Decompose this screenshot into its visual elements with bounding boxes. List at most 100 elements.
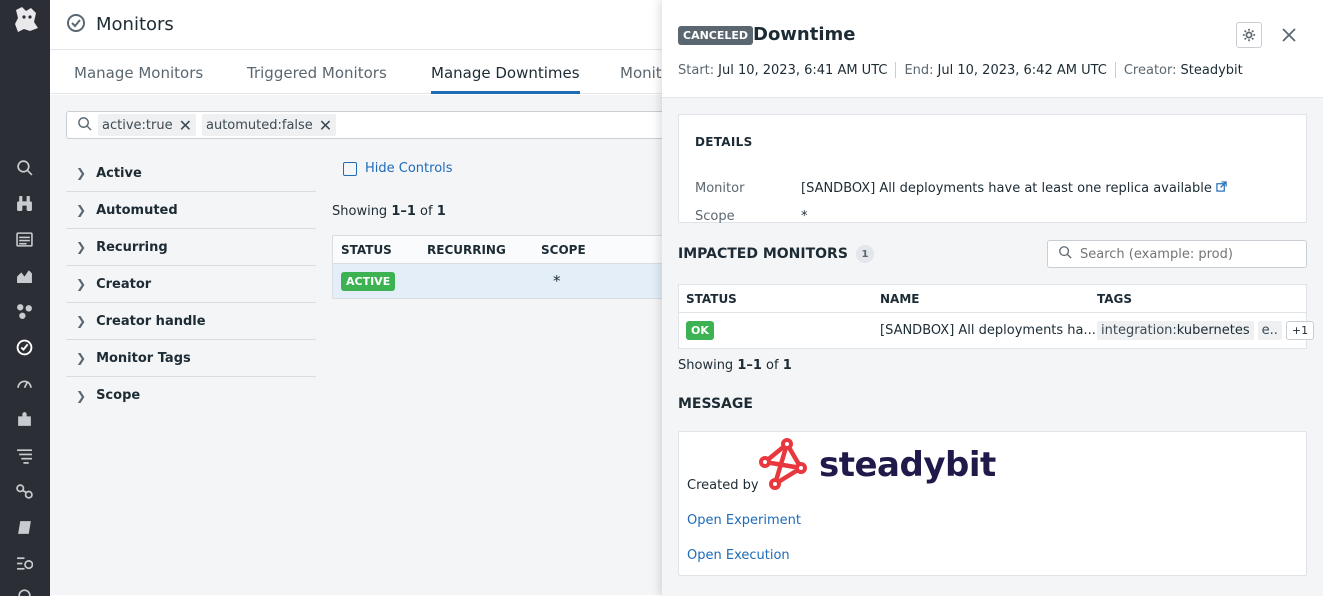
facet-list: ❯ Active ❯ Automuted ❯ Recurring ❯ Creator ❯… [66, 155, 316, 414]
binoculars-icon[interactable] [14, 193, 34, 213]
column-header-status[interactable]: STATUS [686, 285, 737, 312]
tags-cell: integration:kubernetes e.. +1 [1097, 313, 1315, 348]
results-prefix: Showing [678, 358, 738, 373]
synthetics-link-icon[interactable] [14, 481, 34, 501]
facet-creator-handle[interactable]: ❯ Creator handle [66, 303, 316, 340]
open-experiment-link[interactable]: Open Experiment [687, 513, 801, 528]
monitor-link[interactable]: [SANDBOX] All deployments have at least … [801, 181, 1227, 196]
hide-controls-button[interactable]: Hide Controls [343, 161, 453, 176]
filter-chip: active:true ✕ [98, 114, 196, 136]
tag-pill-truncated[interactable]: e.. [1257, 321, 1282, 340]
security-list-icon[interactable] [14, 553, 34, 573]
status-cell: OK [686, 313, 714, 348]
scope-value: * [801, 209, 808, 224]
downtime-detail-panel: CANCELED Downtime Start: Jul 10, 2023, 6… [662, 0, 1323, 596]
facet-label: Monitor Tags [96, 350, 191, 366]
close-icon[interactable] [1279, 23, 1299, 47]
facet-label: Scope [96, 388, 141, 403]
side-nav [0, 0, 50, 596]
chevron-right-icon: ❯ [76, 351, 87, 365]
facet-label: Recurring [96, 239, 168, 255]
chevron-right-icon: ❯ [76, 277, 87, 291]
table-header: STATUS RECURRING SCOPE [333, 236, 671, 264]
table-row[interactable]: OK [SANDBOX] All deployments ha... integ… [679, 313, 1315, 348]
settings-icon[interactable] [14, 585, 34, 596]
metrics-chart-icon[interactable] [14, 265, 34, 285]
table-row[interactable]: ACTIVE * [333, 264, 671, 298]
downtime-meta: Start: Jul 10, 2023, 6:41 AM UTC End: Ju… [678, 62, 1243, 78]
notebook-icon[interactable] [14, 517, 34, 537]
tag-pill[interactable]: integration:kubernetes [1097, 321, 1254, 340]
results-total: 1 [782, 358, 792, 373]
infrastructure-icon[interactable] [14, 301, 34, 321]
datadog-logo-icon[interactable] [12, 4, 40, 34]
remove-filter-icon[interactable]: ✕ [319, 116, 332, 135]
open-execution-link[interactable]: Open Execution [687, 548, 790, 563]
downtime-search-input[interactable]: active:true ✕ automuted:false ✕ [66, 111, 686, 139]
details-heading: DETAILS [695, 135, 753, 149]
tab-manage-downtimes[interactable]: Manage Downtimes [431, 64, 580, 94]
meta-divider [895, 62, 897, 78]
scope-label: Scope [695, 209, 735, 224]
facet-recurring[interactable]: ❯ Recurring [66, 229, 316, 266]
tab-triggered-monitors[interactable]: Triggered Monitors [247, 64, 387, 82]
canceled-badge: CANCELED [678, 26, 754, 45]
facet-monitor-tags[interactable]: ❯ Monitor Tags [66, 340, 316, 377]
impacted-count-badge: 1 [855, 245, 874, 263]
table-header: STATUS NAME TAGS [679, 285, 1306, 313]
panel-header: CANCELED Downtime Start: Jul 10, 2023, 6… [662, 0, 1323, 98]
search-icon [77, 116, 92, 135]
steadybit-logo-icon [759, 438, 807, 490]
meta-divider [1114, 62, 1116, 78]
end-label: End: [904, 62, 934, 78]
steadybit-brand-text: steadybit [819, 445, 996, 485]
remove-filter-icon[interactable]: ✕ [179, 116, 192, 135]
results-range: 1–1 [391, 204, 416, 219]
apm-gauge-icon[interactable] [14, 373, 34, 393]
gear-icon[interactable] [1236, 22, 1262, 48]
tab-monitor-more[interactable]: Monit [620, 64, 662, 82]
integrations-puzzle-icon[interactable] [14, 409, 34, 429]
facet-scope[interactable]: ❯ Scope [66, 377, 316, 414]
more-tags-button[interactable]: +1 [1285, 321, 1315, 340]
facet-label: Automuted [96, 202, 178, 218]
column-header-status[interactable]: STATUS [333, 243, 427, 257]
column-header-scope[interactable]: SCOPE [541, 243, 586, 257]
results-of: of [415, 204, 437, 219]
monitor-name-cell[interactable]: [SANDBOX] All deployments ha... [880, 313, 1096, 348]
impacted-search-input[interactable] [1080, 246, 1300, 262]
panel-title: Downtime [753, 24, 856, 45]
end-value: Jul 10, 2023, 6:42 AM UTC [937, 62, 1107, 78]
impacted-search-field[interactable] [1047, 240, 1307, 268]
facet-label: Active [96, 165, 142, 181]
facet-creator[interactable]: ❯ Creator [66, 266, 316, 303]
results-prefix: Showing [332, 204, 392, 219]
monitor-link-text: [SANDBOX] All deployments have at least … [801, 181, 1212, 196]
results-count: Showing 1–1 of 1 [332, 204, 446, 219]
created-by-text: Created by [687, 478, 759, 493]
tag-key: integration: [1101, 323, 1177, 338]
monitor-label: Monitor [695, 181, 745, 196]
dashboard-list-icon[interactable] [14, 229, 34, 249]
chevron-right-icon: ❯ [76, 240, 87, 254]
search-icon[interactable] [14, 157, 34, 177]
message-card: Created by steadybit Open Experiment Ope… [678, 431, 1307, 576]
impacted-monitors-table: STATUS NAME TAGS OK [SANDBOX] All deploy… [678, 284, 1315, 349]
monitors-icon[interactable] [14, 337, 34, 357]
facet-automuted[interactable]: ❯ Automuted [66, 192, 316, 229]
column-header-tags[interactable]: TAGS [1097, 285, 1132, 312]
tag-value: kubernetes [1176, 323, 1250, 338]
collapse-panel-icon [343, 161, 357, 176]
message-heading: MESSAGE [678, 396, 753, 412]
column-header-name[interactable]: NAME [880, 285, 919, 312]
column-header-recurring[interactable]: RECURRING [427, 243, 541, 257]
logs-icon[interactable] [14, 445, 34, 465]
chevron-right-icon: ❯ [76, 388, 87, 403]
scope-cell: * [553, 272, 561, 290]
start-label: Start: [678, 62, 715, 78]
facet-active[interactable]: ❯ Active [66, 155, 316, 192]
tab-manage-monitors[interactable]: Manage Monitors [74, 64, 203, 82]
chevron-right-icon: ❯ [76, 203, 87, 217]
results-total: 1 [436, 204, 446, 219]
panel-body: DETAILS Monitor [SANDBOX] All deployment… [662, 98, 1323, 596]
